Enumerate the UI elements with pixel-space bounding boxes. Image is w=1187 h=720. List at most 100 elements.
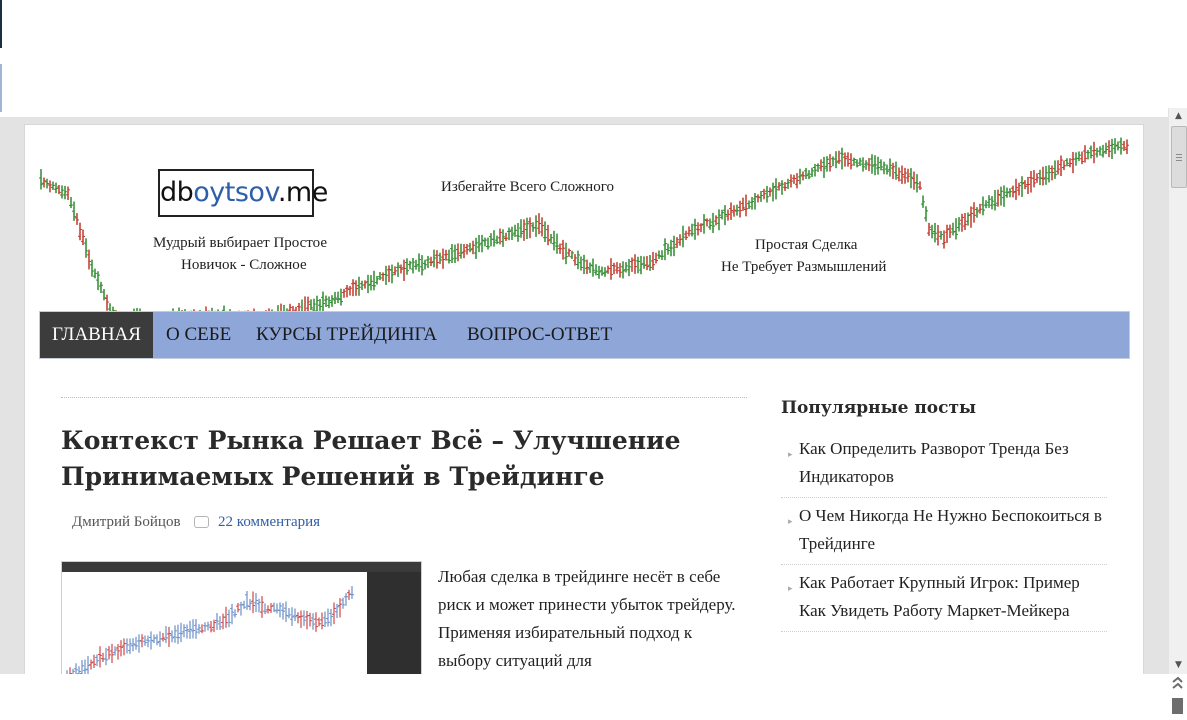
header-slogan: Избегайте Всего Сложного xyxy=(441,179,614,195)
price-bar xyxy=(744,194,748,217)
price-bar xyxy=(387,265,391,283)
site-logo[interactable]: dboytsov.me xyxy=(158,169,328,217)
post-thumbnail[interactable] xyxy=(61,561,422,674)
price-bar xyxy=(486,237,490,250)
grip-line xyxy=(1176,154,1182,155)
price-bar xyxy=(681,225,685,248)
price-bar xyxy=(618,263,622,278)
price-bar xyxy=(66,186,70,200)
post-excerpt: Любая сделка в трейдинге несёт в себе ри… xyxy=(438,567,736,670)
price-bar xyxy=(1110,138,1114,159)
nav-item-home[interactable]: ГЛАВНАЯ xyxy=(40,312,153,358)
price-bar xyxy=(639,255,643,275)
browser-viewport: dboytsov.me Избегайте Всего Сложного Муд… xyxy=(0,117,1168,674)
popular-post-item[interactable]: ▸ О Чем Никогда Не Нужно Беспокоиться в Т… xyxy=(781,498,1107,565)
vertical-scrollbar[interactable]: ▲ ▼ xyxy=(1168,108,1187,674)
price-bar xyxy=(1092,141,1096,164)
price-bar xyxy=(687,226,691,237)
triangle-right-icon: ▸ xyxy=(788,583,793,593)
price-bar xyxy=(546,224,550,246)
price-bar xyxy=(390,264,394,284)
popular-post-link[interactable]: Как Работает Крупный Игрок: Пример Как У… xyxy=(799,573,1080,620)
price-bar xyxy=(828,154,832,172)
price-bar xyxy=(519,219,523,238)
price-bar xyxy=(405,258,409,275)
post-comments-link[interactable]: 22 комментария xyxy=(218,514,320,530)
price-bar xyxy=(423,259,427,270)
price-bar xyxy=(444,249,448,261)
price-bar xyxy=(1107,140,1111,158)
price-bar xyxy=(633,254,637,274)
price-bar xyxy=(1002,185,1006,207)
post-author[interactable]: Дмитрий Бойцов xyxy=(72,514,181,530)
price-bar xyxy=(447,249,451,264)
price-bar xyxy=(600,266,604,276)
price-bar xyxy=(1044,165,1048,185)
price-bar xyxy=(492,230,496,247)
price-bar xyxy=(609,258,613,280)
popular-posts-list: ▸ Как Определить Разворот Тренда Без Инди… xyxy=(781,431,1107,632)
price-bar xyxy=(1080,151,1084,165)
price-bar xyxy=(774,178,778,200)
thumbnail-side-panel xyxy=(367,572,421,674)
price-bar xyxy=(894,161,898,180)
price-bar xyxy=(990,196,994,210)
price-bar xyxy=(543,221,547,243)
price-bar xyxy=(810,167,814,178)
price-bar xyxy=(339,288,343,306)
popular-post-item[interactable]: ▸ Как Определить Разворот Тренда Без Инди… xyxy=(781,431,1107,498)
nav-item-courses[interactable]: КУРСЫ ТРЕЙДИНГА xyxy=(244,312,449,358)
price-bar xyxy=(873,155,877,176)
nav-item-faq[interactable]: ВОПРОС-ОТВЕТ xyxy=(455,312,624,358)
price-bar xyxy=(636,256,640,274)
price-bar xyxy=(921,195,925,208)
price-bar xyxy=(1035,173,1039,183)
popular-post-item[interactable]: ▸ Как Работает Крупный Игрок: Пример Как … xyxy=(781,565,1107,632)
price-bar xyxy=(981,196,985,216)
price-bar xyxy=(714,215,718,226)
price-bar xyxy=(747,200,751,210)
header-quote-line: Мудрый выбирает Простое xyxy=(153,235,328,251)
price-bar xyxy=(597,265,601,279)
price-bar xyxy=(603,267,607,277)
price-bar xyxy=(1113,138,1117,154)
price-bar xyxy=(537,213,541,235)
header-quote-line: Новичок - Сложное xyxy=(181,257,307,273)
price-bar xyxy=(570,250,574,259)
post-title[interactable]: Контекст Рынка Решает Всё – Улучшение Пр… xyxy=(61,423,701,495)
scrollbar-thumb[interactable] xyxy=(1171,126,1187,188)
nav-item-about[interactable]: О СЕБЕ xyxy=(154,312,243,358)
thumbnail-chart-image xyxy=(62,562,421,674)
price-bar xyxy=(558,243,562,254)
price-bar xyxy=(924,206,928,222)
price-bar xyxy=(474,237,478,259)
window-edge-marker xyxy=(0,0,2,48)
price-bar xyxy=(435,250,439,269)
popular-post-link[interactable]: О Чем Никогда Не Нужно Беспокоиться в Тр… xyxy=(799,506,1102,553)
sidebar-title: Популярные посты xyxy=(781,398,977,418)
price-bar xyxy=(408,260,412,270)
price-bar xyxy=(660,250,664,260)
price-bar xyxy=(765,185,769,203)
price-bar xyxy=(525,217,529,240)
price-bar xyxy=(975,207,979,218)
price-bar xyxy=(90,259,94,277)
price-bar xyxy=(75,213,79,225)
price-bar xyxy=(798,168,802,185)
price-bar xyxy=(987,195,991,208)
price-bar xyxy=(462,243,466,259)
price-bar xyxy=(972,202,976,223)
grip-line xyxy=(1176,160,1182,161)
arrow-up-icon[interactable]: ▲ xyxy=(1169,108,1187,125)
arrow-down-icon[interactable]: ▼ xyxy=(1169,657,1187,674)
price-bar xyxy=(969,206,973,228)
price-bar xyxy=(591,258,595,277)
price-bar xyxy=(1053,160,1057,179)
price-bar xyxy=(723,205,727,226)
price-bar xyxy=(726,209,730,221)
popular-post-link[interactable]: Как Определить Разворот Тренда Без Индик… xyxy=(799,439,1069,486)
triangle-right-icon: ▸ xyxy=(788,449,793,459)
price-bar xyxy=(99,281,103,293)
price-bar xyxy=(582,254,586,275)
price-bar xyxy=(411,257,415,274)
